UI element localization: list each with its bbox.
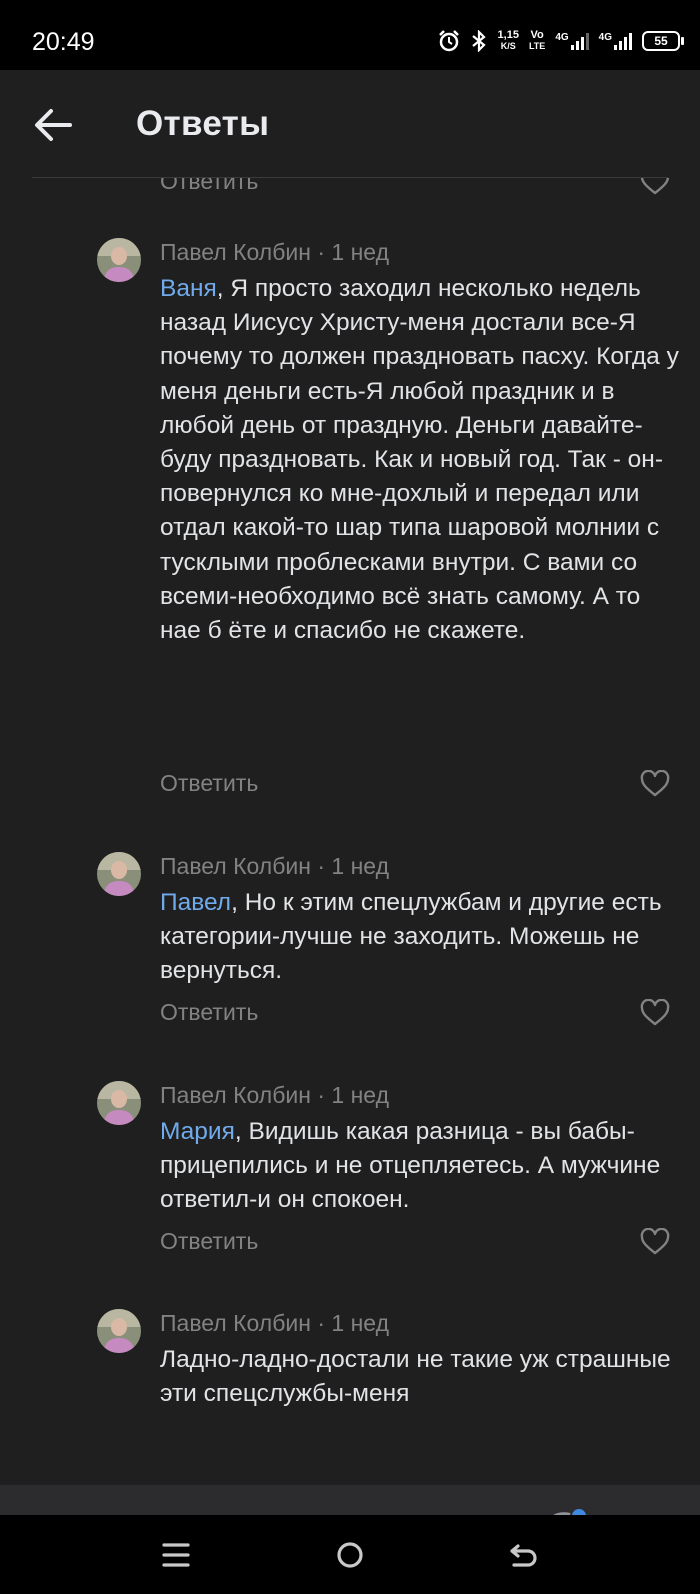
heart-outline-icon[interactable] bbox=[640, 178, 670, 196]
net-speed-unit: K/S bbox=[500, 41, 516, 51]
comment-actions: Ответить bbox=[160, 999, 670, 1039]
volte-indicator: Vo LTE bbox=[529, 30, 545, 52]
mention-link[interactable]: Мария bbox=[160, 1118, 235, 1145]
app-screen: Ответы Ответить Павел Колбин · 1 нед Ван… bbox=[0, 70, 700, 1515]
battery-indicator: 55 bbox=[642, 31, 684, 51]
comment-time: 1 нед bbox=[331, 1310, 389, 1336]
meta-separator: · bbox=[310, 1310, 332, 1336]
comment-text: Павел, Но к этим спецлужбам и другие ест… bbox=[160, 886, 680, 989]
avatar[interactable] bbox=[97, 1309, 141, 1353]
comment-meta: Павел Колбин · 1 нед bbox=[160, 236, 680, 268]
heart-outline-icon[interactable] bbox=[640, 770, 670, 798]
home-circle-icon[interactable] bbox=[332, 1537, 368, 1573]
menu-icon[interactable] bbox=[158, 1537, 194, 1573]
reply-button[interactable]: Ответить bbox=[160, 178, 258, 195]
avatar[interactable] bbox=[97, 1081, 141, 1125]
comment-meta: Павел Колбин · 1 нед bbox=[160, 1079, 680, 1111]
sim1-signal: 4G bbox=[555, 32, 589, 50]
status-time: 20:49 bbox=[32, 28, 95, 56]
heart-outline-icon[interactable] bbox=[640, 1228, 670, 1256]
net-speed: 1,15 K/S bbox=[498, 30, 519, 52]
comment-body: Павел Колбин · 1 нед Ваня, Я просто захо… bbox=[160, 236, 680, 648]
meta-separator: · bbox=[310, 853, 332, 879]
system-nav-bar bbox=[0, 1515, 700, 1594]
header: Ответы bbox=[0, 70, 700, 178]
comment-text: Ладно-ладно-достали не такие уж страшные… bbox=[160, 1343, 680, 1411]
avatar[interactable] bbox=[97, 852, 141, 896]
comment-text-body: , Но к этим спецлужбам и другие есть кат… bbox=[160, 889, 662, 985]
comment-meta: Павел Колбин · 1 нед bbox=[160, 1307, 680, 1339]
comment-time: 1 нед bbox=[331, 1082, 389, 1108]
avatar[interactable] bbox=[97, 238, 141, 282]
comment-text-body: Ладно-ладно-достали не такие уж страшные… bbox=[160, 1346, 671, 1408]
comment-text-body: , Я просто заходил несколько недель наза… bbox=[160, 275, 679, 645]
alarm-icon bbox=[438, 30, 459, 52]
comment-text: Мария, Видишь какая разница - вы бабы-пр… bbox=[160, 1115, 680, 1218]
reply-button[interactable]: Ответить bbox=[160, 999, 258, 1026]
reply-button[interactable]: Ответить bbox=[160, 770, 258, 797]
comment-body: Павел Колбин · 1 нед Ладно-ладно-достали… bbox=[160, 1307, 680, 1411]
meta-separator: · bbox=[310, 239, 332, 265]
heart-outline-icon[interactable] bbox=[640, 999, 670, 1027]
net-speed-value: 1,15 bbox=[497, 29, 519, 41]
meta-separator: · bbox=[310, 1082, 332, 1108]
comment-author[interactable]: Павел Колбин bbox=[160, 239, 311, 265]
comment-body: Павел Колбин · 1 нед Павел, Но к этим сп… bbox=[160, 850, 680, 989]
comment-text: Ваня, Я просто заходил несколько недель … bbox=[160, 272, 680, 648]
volte-bottom: LTE bbox=[528, 41, 546, 51]
comment-author[interactable]: Павел Колбин bbox=[160, 853, 311, 879]
page-title: Ответы bbox=[136, 104, 270, 143]
mention-link[interactable]: Павел bbox=[160, 889, 231, 916]
comments-feed[interactable]: Ответить Павел Колбин · 1 нед Ваня, Я пр… bbox=[0, 178, 700, 1485]
status-icons: 1,15 K/S Vo LTE 4G 4G 55 bbox=[438, 30, 684, 52]
comment-actions: Ответить bbox=[160, 770, 670, 810]
prev-reply-row: Ответить bbox=[160, 178, 670, 208]
comment-actions: Ответить bbox=[160, 1228, 670, 1268]
back-arrow-icon[interactable] bbox=[30, 102, 76, 148]
comment-time: 1 нед bbox=[331, 853, 389, 879]
volte-top: Vo bbox=[530, 29, 544, 41]
comment-author[interactable]: Павел Колбин bbox=[160, 1310, 311, 1336]
reply-button[interactable]: Ответить bbox=[160, 1228, 258, 1255]
signal-bars-icon bbox=[614, 32, 632, 50]
return-icon[interactable] bbox=[506, 1537, 542, 1573]
sim1-type: 4G bbox=[555, 32, 569, 43]
comment-text-body: , Видишь какая разница - вы бабы-прицепи… bbox=[160, 1118, 661, 1214]
mention-link[interactable]: Ваня bbox=[160, 275, 217, 302]
sim2-signal: 4G bbox=[599, 32, 632, 50]
comment-composer bbox=[0, 1485, 700, 1515]
bluetooth-icon bbox=[471, 30, 486, 52]
comment-author[interactable]: Павел Колбин bbox=[160, 1082, 311, 1108]
comment-time: 1 нед bbox=[331, 239, 389, 265]
sim2-type: 4G bbox=[598, 32, 612, 43]
comment-meta: Павел Колбин · 1 нед bbox=[160, 850, 680, 882]
signal-bars-icon bbox=[570, 32, 589, 50]
status-bar: 20:49 1,15 K/S Vo LTE 4G 4G 55 bbox=[0, 0, 700, 70]
comment-body: Павел Колбин · 1 нед Мария, Видишь какая… bbox=[160, 1079, 680, 1218]
